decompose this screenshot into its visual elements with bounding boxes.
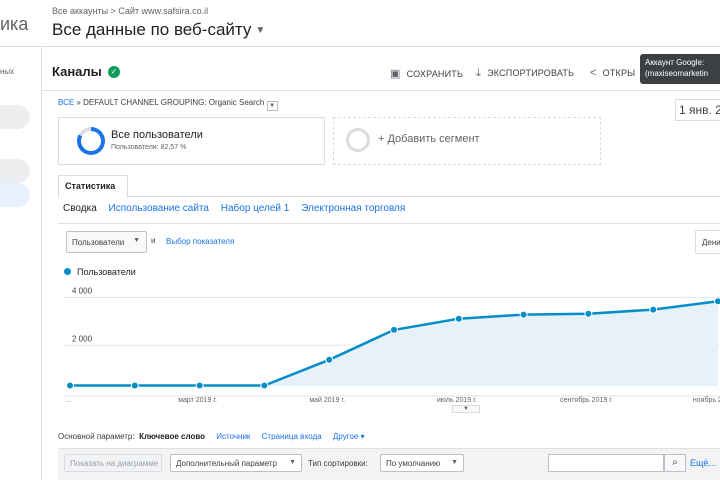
sort-type-label: Тип сортировки:	[308, 459, 368, 468]
data-point[interactable]	[195, 381, 204, 390]
dimension-landing-page[interactable]: Страница входа	[262, 432, 322, 441]
y-tick-label: 2 000	[72, 334, 93, 343]
nav-item-selected[interactable]	[0, 183, 30, 207]
report-panel: Каналы ✓ ▣ СОХРАНИТЬ ⤓ ЭКСПОРТИРОВАТЬ < ОТК…	[42, 47, 720, 480]
x-tick-label: март 2019 г.	[178, 397, 217, 404]
view-selector[interactable]: Все данные по веб-сайту ▼	[52, 20, 265, 40]
data-point[interactable]	[714, 297, 720, 306]
secondary-dimension-label: Дополнительный параметр	[176, 459, 278, 468]
primary-dimension-label: Основной параметр:	[58, 432, 135, 441]
product-name: ика	[0, 14, 29, 34]
more-options-link[interactable]: Ещё...	[690, 458, 716, 468]
chart-y-axis: 4 000 2 000	[72, 287, 93, 344]
x-tick-label: ноябрь 2019 г.	[693, 396, 720, 404]
sort-type-dropdown[interactable]: По умолчанию ▼	[380, 454, 464, 472]
data-point[interactable]	[260, 381, 269, 390]
chevron-down-icon: ▼	[255, 25, 266, 36]
users-line-chart: 4 000 2 000 ... март 2019 г. май 2019 г. июл…	[64, 287, 720, 404]
dimension-keyword: Ключевое слово	[139, 432, 206, 441]
table-toolbar: Показать на диаграмме Дополнительный пар…	[58, 448, 720, 480]
x-tick-label: май 2019 г.	[309, 396, 345, 404]
top-header: ика Все аккаунты > Сайт www.safsira.co.i…	[0, 0, 720, 47]
chevron-down-icon: ▼	[451, 459, 458, 466]
secondary-dimension-dropdown[interactable]: Дополнительный параметр ▼	[170, 454, 302, 472]
data-point[interactable]	[130, 381, 139, 390]
data-point[interactable]	[649, 305, 658, 314]
account-breadcrumb[interactable]: Все аккаунты > Сайт www.safsira.co.il	[52, 6, 208, 16]
search-icon[interactable]: ⌕	[664, 454, 686, 472]
chevron-down-icon: ▼	[289, 459, 296, 466]
data-point[interactable]	[390, 325, 398, 334]
view-title: Все данные по веб-сайту	[52, 20, 252, 39]
dimension-other[interactable]: Другое ▾	[333, 432, 365, 441]
nav-item[interactable]	[0, 105, 30, 129]
sort-type-value: По умолчанию	[386, 459, 441, 468]
chart-x-axis: ... март 2019 г. май 2019 г. июль 2019 г. се…	[66, 396, 720, 404]
tooltip-line-2: (maxiseomarketin	[645, 69, 709, 78]
analytics-page: ика Все аккаунты > Сайт www.safsira.co.i…	[0, 0, 720, 480]
x-tick-label: июль 2019 г.	[437, 397, 477, 404]
table-search-input[interactable]	[548, 454, 664, 472]
x-tick-label: ...	[66, 397, 72, 404]
show-on-chart-button[interactable]: Показать на диаграмме	[64, 454, 162, 472]
series-area	[70, 301, 718, 386]
nav-item[interactable]	[0, 159, 30, 183]
y-tick-label: 4 000	[72, 287, 93, 296]
data-point[interactable]	[454, 314, 463, 323]
data-point[interactable]	[519, 310, 528, 319]
x-tick-label: сентябрь 2019 г.	[560, 396, 613, 404]
data-point[interactable]	[584, 309, 593, 318]
tooltip-line-1: Аккаунт Google:	[645, 58, 705, 67]
chart-resize-handle[interactable]: ▼	[452, 405, 480, 413]
nav-label-fragment: ных	[0, 67, 15, 76]
primary-dimension-bar: Основной параметр: Ключевое слово Источн…	[58, 432, 365, 441]
data-point[interactable]	[325, 355, 334, 364]
dimension-source[interactable]: Источник	[216, 432, 250, 441]
left-nav: ных	[0, 47, 42, 480]
data-point[interactable]	[66, 381, 74, 390]
account-tooltip: Аккаунт Google: (maxiseomarketin	[640, 54, 720, 84]
